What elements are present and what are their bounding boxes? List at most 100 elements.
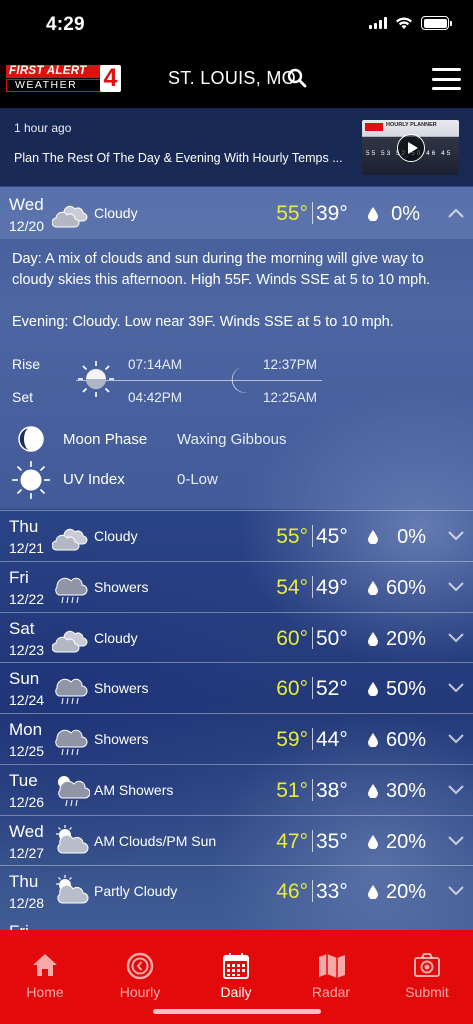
tab-radar[interactable]: Radar xyxy=(284,930,378,1010)
first-alert-logo[interactable]: FIRST ALERT WEATHER 4 xyxy=(6,65,121,93)
uv-sun-icon xyxy=(12,461,50,499)
thumbnail-logo xyxy=(365,123,383,131)
high-temp: 60° xyxy=(276,677,308,701)
chevron-up-icon[interactable] xyxy=(448,208,464,218)
forecast-row[interactable]: Sat 12/23 Cloudy 60° 50° 20% xyxy=(0,611,473,662)
day-name: Sat xyxy=(9,618,35,638)
condition-text: Showers xyxy=(94,578,149,595)
chevron-down-icon[interactable] xyxy=(448,785,464,795)
chevron-down-icon[interactable] xyxy=(448,835,464,846)
temp-separator xyxy=(312,778,313,801)
condition-text: Showers xyxy=(94,680,149,697)
news-title[interactable]: Plan The Rest Of The Day & Evening With … xyxy=(14,151,343,165)
low-temp: 50° xyxy=(316,626,348,650)
precip-chance: 60% xyxy=(385,729,426,751)
tab-hourly[interactable]: Hourly xyxy=(93,930,187,1010)
condition-text: Cloudy xyxy=(94,528,138,544)
low-temp: 35° xyxy=(316,829,348,853)
tab-label: Radar xyxy=(311,984,351,1000)
thumbnail-title: HOURLY PLANNER xyxy=(386,122,437,128)
temp-separator xyxy=(312,677,313,700)
chevron-down-icon[interactable] xyxy=(448,886,464,896)
evening-text: : Cloudy. Low near 39F. Winds SSE at 5 t… xyxy=(64,314,394,330)
day-date: 12/21 xyxy=(9,540,45,556)
high-temp: 55° xyxy=(276,202,308,225)
raindrop-icon xyxy=(368,885,378,900)
logo-number: 4 xyxy=(100,65,121,92)
precip-chance: 0% xyxy=(391,203,420,225)
day-name: Mon xyxy=(9,720,43,739)
temp-separator xyxy=(312,575,313,598)
raindrop-icon xyxy=(368,834,378,849)
calendar-icon xyxy=(223,953,249,979)
forecast-row[interactable]: Sun 12/24 Showers 60° 52° 50% xyxy=(0,662,473,712)
status-icons xyxy=(369,16,452,30)
tab-label: Daily xyxy=(220,984,252,1000)
day-name: Wed xyxy=(9,195,44,214)
day-description: Day: A mix of clouds and sun during the … xyxy=(12,249,452,291)
day-name: Tue xyxy=(9,770,38,790)
today-row[interactable]: Wed 12/20 Cloudy 55° 39° 0% xyxy=(0,187,473,239)
moon-phase-value: Waxing Gibbous xyxy=(177,431,287,448)
chevron-down-icon[interactable] xyxy=(448,683,464,693)
hamburger-menu-icon[interactable] xyxy=(432,68,461,90)
high-temp: 59° xyxy=(276,728,308,751)
day-name: Wed xyxy=(9,821,44,841)
temp-separator xyxy=(312,525,313,547)
news-card[interactable]: 1 hour ago Plan The Rest Of The Day & Ev… xyxy=(0,108,473,186)
evening-label: Evening xyxy=(12,314,65,330)
video-thumbnail[interactable]: HOURLY PLANNER 55 53 52 50 46 45 xyxy=(362,120,459,175)
precip-chance: 50% xyxy=(385,678,426,701)
wifi-icon xyxy=(396,17,412,29)
chevron-down-icon[interactable] xyxy=(448,531,464,541)
low-temp: 45° xyxy=(316,525,348,548)
temp-separator xyxy=(312,202,313,224)
precip-chance: 0% xyxy=(397,526,426,548)
temp-separator xyxy=(312,880,313,903)
forecast-row[interactable]: Thu 12/21 Cloudy 55° 45° 0% xyxy=(0,510,473,560)
logo-top-text: FIRST ALERT xyxy=(6,65,102,78)
forecast-row[interactable]: Tue 12/26 AM Showers 51° 38° 30% xyxy=(0,763,473,814)
chevron-down-icon[interactable] xyxy=(448,582,464,592)
moonrise-time: 12:37PM xyxy=(263,357,318,372)
condition-text: Cloudy xyxy=(94,629,138,646)
tab-daily[interactable]: Daily xyxy=(189,930,283,1010)
play-icon[interactable] xyxy=(397,134,425,162)
tab-label: Hourly xyxy=(119,984,161,1000)
raindrop-icon xyxy=(368,530,378,544)
signal-icon xyxy=(369,17,387,29)
tab-home[interactable]: Home xyxy=(0,930,92,1010)
day-date: 12/23 xyxy=(9,641,45,658)
search-icon[interactable] xyxy=(287,68,307,88)
condition-text: AM Clouds/PM Sun xyxy=(94,832,217,849)
low-temp: 52° xyxy=(316,677,348,701)
low-temp: 33° xyxy=(316,880,348,904)
precip-chance: 60% xyxy=(385,576,426,599)
day-text: : A mix of clouds and sun during the mor… xyxy=(12,251,431,288)
forecast-row[interactable]: Wed 12/27 AM Clouds/PM Sun 47° 35° 20% xyxy=(0,814,473,865)
precip-chance: 30% xyxy=(385,779,426,802)
raindrop-icon xyxy=(368,682,378,697)
day-label: Day xyxy=(12,251,38,267)
cloudy-icon xyxy=(52,205,88,228)
day-date: 12/27 xyxy=(9,844,45,861)
low-temp: 44° xyxy=(316,728,348,751)
cloudy-icon xyxy=(52,630,88,653)
day-name: Thu xyxy=(9,872,39,892)
forecast-row[interactable]: Thu 12/28 Partly Cloudy 46° 33° 20% xyxy=(0,865,473,915)
sunrise-time: 07:14AM xyxy=(128,357,183,372)
day-date: 12/22 xyxy=(9,590,45,607)
cloudy-icon xyxy=(52,528,88,551)
moon-phase-label: Moon Phase xyxy=(63,431,148,448)
status-bar: 4:29 xyxy=(0,0,473,50)
location-label[interactable]: ST. LOUIS, MO xyxy=(168,68,296,89)
forecast-row[interactable]: Mon 12/25 Showers 59° 44° 60% xyxy=(0,713,473,763)
condition-text: AM Showers xyxy=(94,781,174,798)
home-icon xyxy=(33,954,57,976)
uv-index-value: 0-Low xyxy=(177,471,218,488)
forecast-row[interactable]: Fri 12/22 Showers 54° 49° 60% xyxy=(0,560,473,611)
chevron-down-icon[interactable] xyxy=(448,734,464,744)
showers-icon xyxy=(55,729,88,756)
tab-submit[interactable]: Submit xyxy=(380,930,473,1010)
chevron-down-icon[interactable] xyxy=(448,632,464,643)
